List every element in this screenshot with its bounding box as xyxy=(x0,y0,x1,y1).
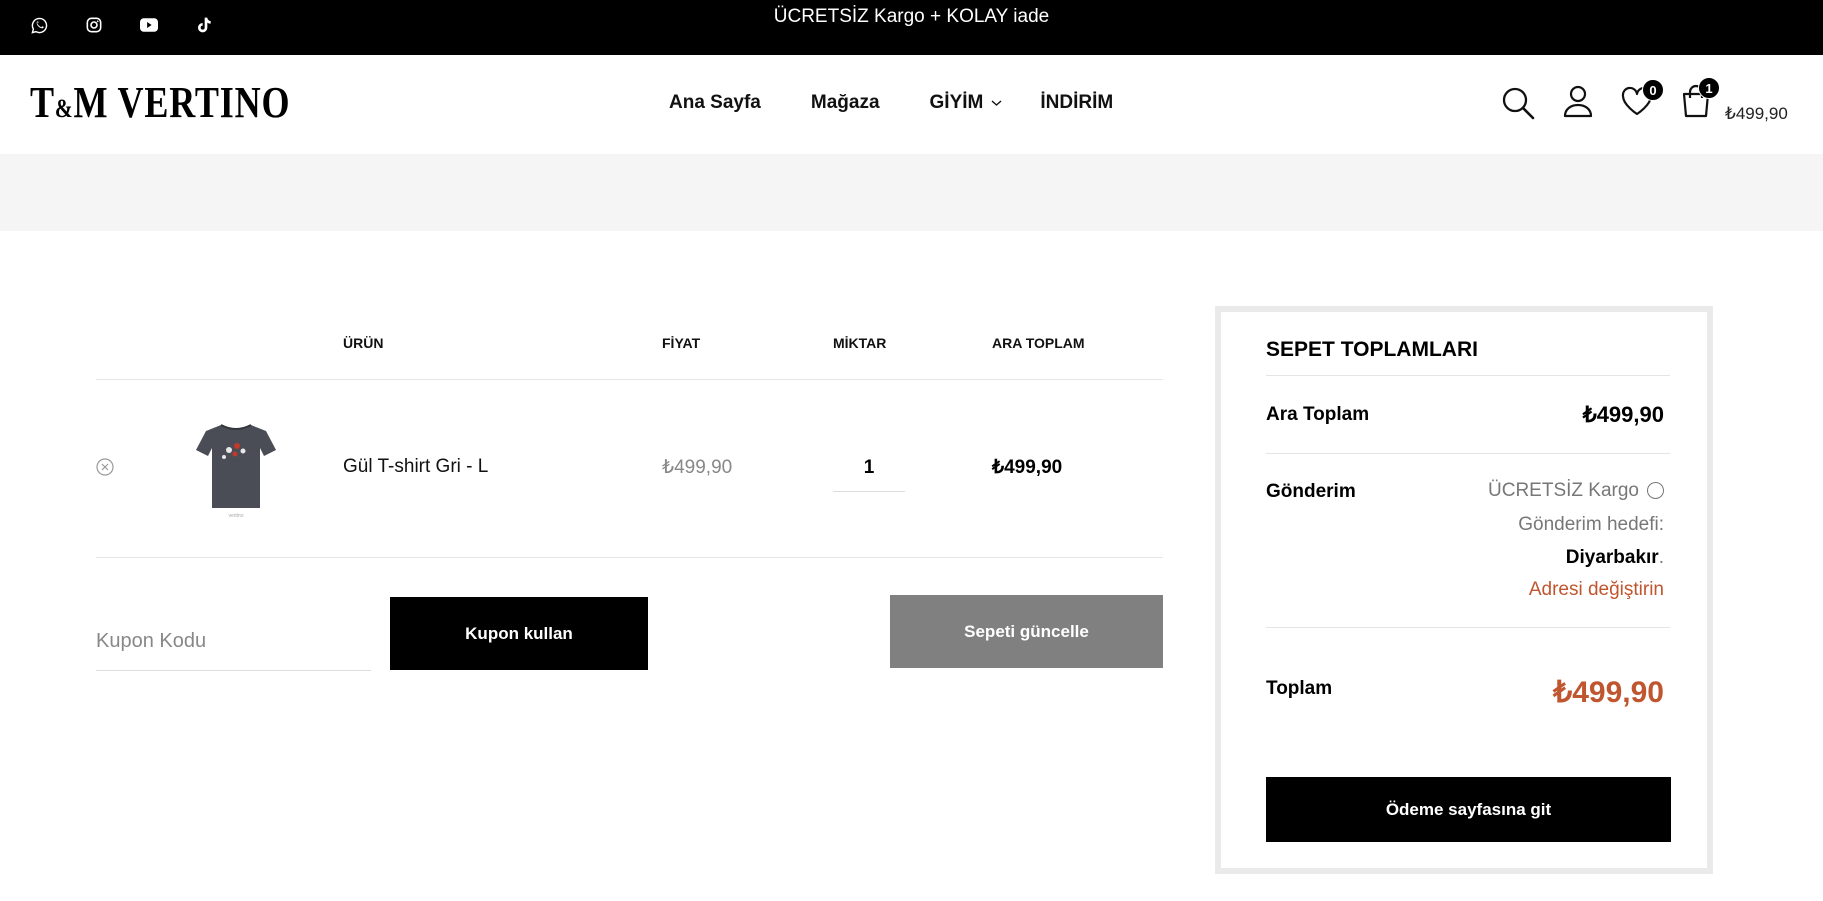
change-address-link[interactable]: Adresi değiştirin xyxy=(1529,579,1664,601)
nav-sale[interactable]: İNDİRİM xyxy=(1040,92,1113,114)
col-subtotal: ARA TOPLAM xyxy=(992,335,1085,351)
shipping-destination-city: Diyarbakır xyxy=(1565,547,1659,568)
totals-divider xyxy=(1266,453,1670,454)
shipping-option[interactable]: ÜCRETSİZ Kargo xyxy=(1488,480,1664,502)
shipping-label: Gönderim xyxy=(1266,481,1356,502)
update-cart-button[interactable]: Sepeti güncelle xyxy=(890,595,1163,668)
cart-totals-panel: SEPET TOPLAMLARI Ara Toplam ₺499,90 Gönd… xyxy=(1215,306,1713,874)
promo-text: ÜCRETSİZ Kargo + KOLAY iade xyxy=(773,6,1050,27)
totals-divider xyxy=(1266,627,1670,628)
shipping-destination: Diyarbakır. xyxy=(1565,547,1664,568)
coupon-input[interactable] xyxy=(96,612,371,671)
table-header-divider xyxy=(96,379,1163,380)
page-title-band xyxy=(0,154,1823,231)
product-name[interactable]: Gül T-shirt Gri - L xyxy=(343,456,488,478)
total-label: Toplam xyxy=(1266,678,1333,699)
shipping-radio[interactable] xyxy=(1647,482,1664,500)
wishlist-icon[interactable]: 0 xyxy=(1620,79,1664,121)
account-icon[interactable] xyxy=(1560,83,1596,119)
shipping-option-label: ÜCRETSİZ Kargo xyxy=(1488,480,1639,501)
main-nav: Ana Sayfa Mağaza GİYİM İNDİRİM xyxy=(669,92,1113,114)
checkout-button[interactable]: Ödeme sayfasına git xyxy=(1266,777,1671,842)
search-icon[interactable] xyxy=(1500,85,1536,121)
subtotal-label: Ara Toplam xyxy=(1266,404,1370,425)
col-product: ÜRÜN xyxy=(343,335,384,351)
totals-divider xyxy=(1266,375,1670,376)
cart-count-badge: 1 xyxy=(1698,77,1720,99)
nav-clothing-label: GİYİM xyxy=(929,92,984,113)
nav-shop[interactable]: Mağaza xyxy=(811,92,880,114)
total-value: ₺499,90 xyxy=(1553,676,1664,709)
svg-text:vertino: vertino xyxy=(228,513,243,519)
header-cart-total[interactable]: ₺499,90 xyxy=(1725,104,1788,124)
col-price: FİYAT xyxy=(662,335,701,351)
col-quantity: MİKTAR xyxy=(833,335,887,351)
top-bar: ÜCRETSİZ Kargo + KOLAY iade xyxy=(0,0,1823,55)
product-price: ₺499,90 xyxy=(662,457,733,478)
nav-clothing[interactable]: GİYİM xyxy=(930,92,1003,114)
subtotal-value: ₺499,90 xyxy=(1582,402,1664,427)
shipping-destination-label: Gönderim hedefi: xyxy=(1518,514,1664,535)
cart-icon[interactable]: 1 xyxy=(1680,77,1720,119)
apply-coupon-button[interactable]: Kupon kullan xyxy=(390,597,648,670)
site-header: T&M VERTINO Ana Sayfa Mağaza GİYİM İNDİR… xyxy=(0,55,1823,154)
product-subtotal: ₺499,90 xyxy=(992,457,1063,478)
table-row-divider xyxy=(96,557,1163,558)
wishlist-count-badge: 0 xyxy=(1642,79,1664,101)
cart-totals-title: SEPET TOPLAMLARI xyxy=(1266,338,1478,361)
site-logo[interactable]: T&M VERTINO xyxy=(30,81,290,125)
nav-home[interactable]: Ana Sayfa xyxy=(669,92,761,114)
product-thumbnail[interactable]: vertino xyxy=(193,420,279,520)
chevron-down-icon xyxy=(991,100,1002,106)
quantity-input[interactable]: 1 xyxy=(833,455,905,492)
remove-item-icon[interactable] xyxy=(96,458,114,476)
